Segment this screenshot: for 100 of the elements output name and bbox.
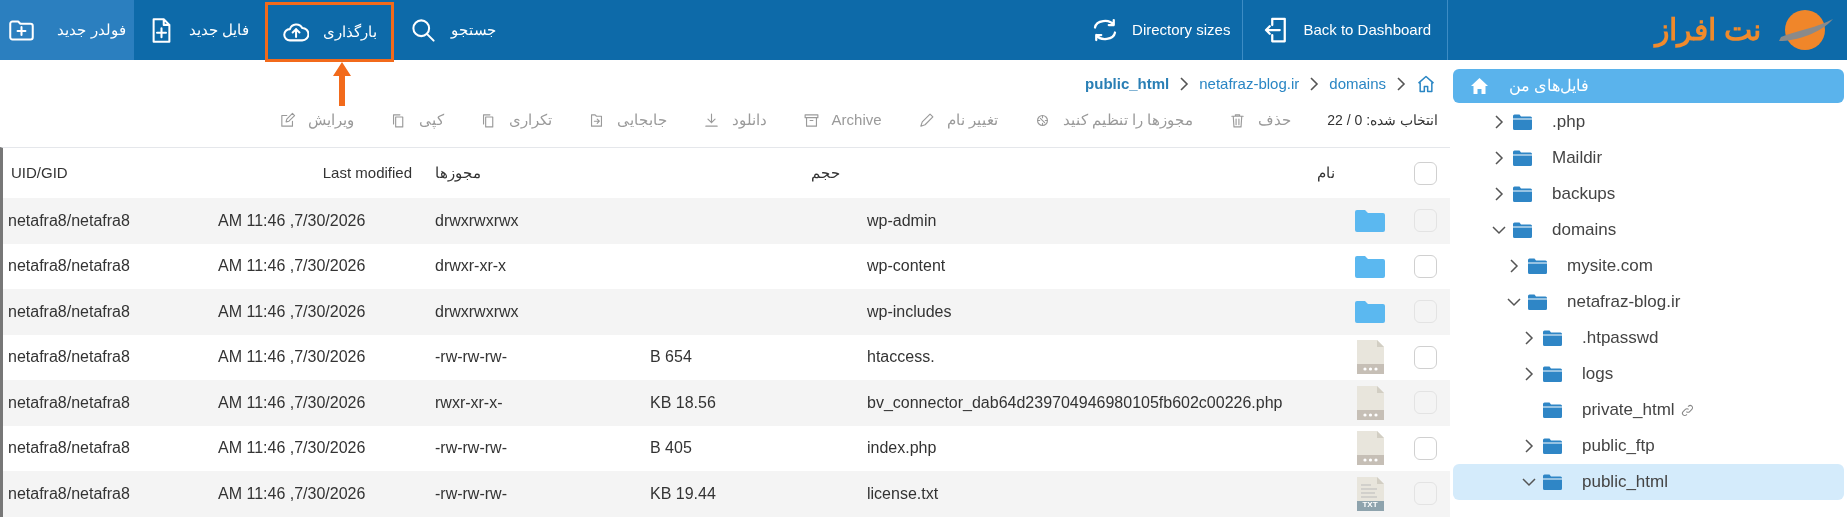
- folder-icon: [1543, 366, 1562, 382]
- search-icon: [410, 16, 438, 44]
- chevron-down-icon[interactable]: [1507, 297, 1521, 307]
- folder-icon: [1543, 402, 1562, 418]
- checkbox[interactable]: [1413, 161, 1437, 185]
- file-name[interactable]: wp-admin: [867, 211, 937, 229]
- file-icon: [1356, 431, 1384, 466]
- tree-item[interactable]: public_html: [1453, 464, 1844, 500]
- column-header[interactable]: حجم: [811, 164, 840, 181]
- tree-item[interactable]: Maildir: [1453, 140, 1844, 176]
- permissions-cell: -rw-rw-rw-: [435, 484, 507, 502]
- pencil-icon: [917, 111, 935, 129]
- column-header[interactable]: مجوزها: [435, 164, 481, 181]
- tree-item[interactable]: logs: [1453, 356, 1844, 392]
- permissions-cell: -rw-rw-rw-: [435, 439, 507, 457]
- folder-icon: [1355, 209, 1385, 233]
- owner-cell: netafra8/netafra8: [8, 257, 130, 275]
- file-icon: [1356, 340, 1384, 375]
- tree-item[interactable]: domains: [1453, 212, 1844, 248]
- permissions-cell: drwxr-xr-x: [435, 257, 507, 275]
- chevron-right-icon[interactable]: [1494, 187, 1504, 201]
- permissions-cell: drwxrwxrwx: [435, 302, 519, 320]
- owner-cell: netafra8/netafra8: [8, 439, 130, 457]
- file-size: B 654: [650, 348, 692, 366]
- trash-icon: [1229, 111, 1247, 129]
- tree-item-label: .php: [1552, 111, 1586, 134]
- toolbar-button[interactable]: بارگذاری: [265, 2, 395, 62]
- chevron-down-icon[interactable]: [1492, 225, 1506, 235]
- breadcrumb-link[interactable]: domains: [1329, 72, 1386, 96]
- toolbar-button[interactable]: فایل جدید: [134, 0, 264, 60]
- tree-item[interactable]: private_html: [1453, 392, 1844, 428]
- toolbar-button[interactable]: Back to Dashboard: [1242, 0, 1447, 60]
- modified-date: AM 11:46 ,7/30/2026: [218, 439, 366, 457]
- permissions-cell: drwxrwxrwx: [435, 211, 519, 229]
- owner-cell: netafra8/netafra8: [8, 211, 130, 229]
- edit-icon: [278, 111, 296, 129]
- checkbox[interactable]: [1413, 254, 1437, 278]
- folder-icon: [1513, 114, 1532, 130]
- link-icon: [1680, 403, 1694, 417]
- tree-item[interactable]: .htpasswd: [1453, 320, 1844, 356]
- file-name[interactable]: htaccess.: [867, 348, 935, 366]
- chevron-down-icon[interactable]: [1522, 477, 1536, 487]
- annotation-arrow: [333, 62, 351, 106]
- tree-item-label: netafraz-blog.ir: [1567, 291, 1681, 314]
- toolbar-button[interactable]: Directory sizes: [1074, 0, 1243, 60]
- tree-item-label: domains: [1552, 219, 1617, 242]
- chevron-right-icon[interactable]: [1524, 331, 1534, 345]
- owner-cell: netafra8/netafra8: [8, 484, 130, 502]
- tree-item[interactable]: backups: [1453, 176, 1844, 212]
- chevron-right-icon[interactable]: [1494, 151, 1504, 165]
- folder-icon: [1543, 438, 1562, 454]
- breadcrumb-link[interactable]: netafraz-blog.ir: [1199, 72, 1300, 96]
- tree-item[interactable]: netafraz-blog.ir: [1453, 284, 1844, 320]
- chevron-right-icon[interactable]: [1509, 259, 1519, 273]
- tree-item-label: public_ftp: [1582, 435, 1655, 458]
- folder-icon: [1528, 258, 1547, 274]
- archive-icon: [802, 111, 820, 129]
- folder-icon: [1528, 294, 1547, 310]
- chevron-right-icon[interactable]: [1494, 115, 1504, 129]
- tree-item[interactable]: mysite.com: [1453, 248, 1844, 284]
- modified-date: AM 11:46 ,7/30/2026: [218, 211, 366, 229]
- chevron-right-icon[interactable]: [1524, 439, 1534, 453]
- column-header[interactable]: نام: [1317, 164, 1335, 181]
- modified-date: AM 11:46 ,7/30/2026: [218, 348, 366, 366]
- chevron-icon: [1309, 77, 1320, 91]
- chevron-icon: [1179, 77, 1190, 91]
- file-size: KB 19.44: [650, 484, 716, 502]
- permissions-cell: -rw-rw-rw-: [435, 348, 507, 366]
- chevron-right-icon[interactable]: [1524, 367, 1534, 381]
- tree-item-label: private_html: [1582, 399, 1675, 422]
- file-size: B 405: [650, 439, 692, 457]
- checkbox[interactable]: [1413, 345, 1437, 369]
- selection-count: انتخاب شده: 0 / 22: [1327, 110, 1438, 130]
- folder-icon: [1513, 222, 1532, 238]
- folder-icon: [1355, 300, 1385, 324]
- file-name[interactable]: bv_connector_dab64d239704946980105fb602c00226.php: [867, 393, 1283, 411]
- file-icon: [1356, 385, 1384, 420]
- home-icon[interactable]: [1416, 74, 1436, 94]
- file-name[interactable]: wp-content: [867, 257, 946, 275]
- file-name[interactable]: wp-includes: [867, 302, 952, 320]
- file-name[interactable]: index.php: [867, 439, 937, 457]
- tree-item-label: .htpasswd: [1582, 327, 1659, 350]
- breadcrumb-link[interactable]: public_html: [1085, 72, 1170, 96]
- column-header[interactable]: UID/GID: [11, 164, 68, 181]
- folder-icon: [1355, 254, 1385, 278]
- folder-icon: [1543, 474, 1562, 490]
- tree-item-label: backups: [1552, 183, 1616, 206]
- chevron-icon: [1396, 77, 1406, 91]
- tree-item[interactable]: public_ftp: [1453, 428, 1844, 464]
- tree-item[interactable]: .php: [1453, 104, 1844, 140]
- checkbox[interactable]: [1413, 436, 1437, 460]
- download-icon: [702, 111, 720, 129]
- toolbar-button[interactable]: جستجو: [396, 0, 511, 60]
- column-header[interactable]: Last modified: [322, 164, 412, 181]
- file-name[interactable]: license.txt: [867, 484, 939, 502]
- folder-icon: [1543, 330, 1562, 346]
- folder-icon: [1513, 186, 1532, 202]
- toolbar-button[interactable]: فولدر جدید: [0, 0, 134, 60]
- permissions-cell: rwxr-xr-x-: [435, 393, 503, 411]
- owner-cell: netafra8/netafra8: [8, 348, 130, 366]
